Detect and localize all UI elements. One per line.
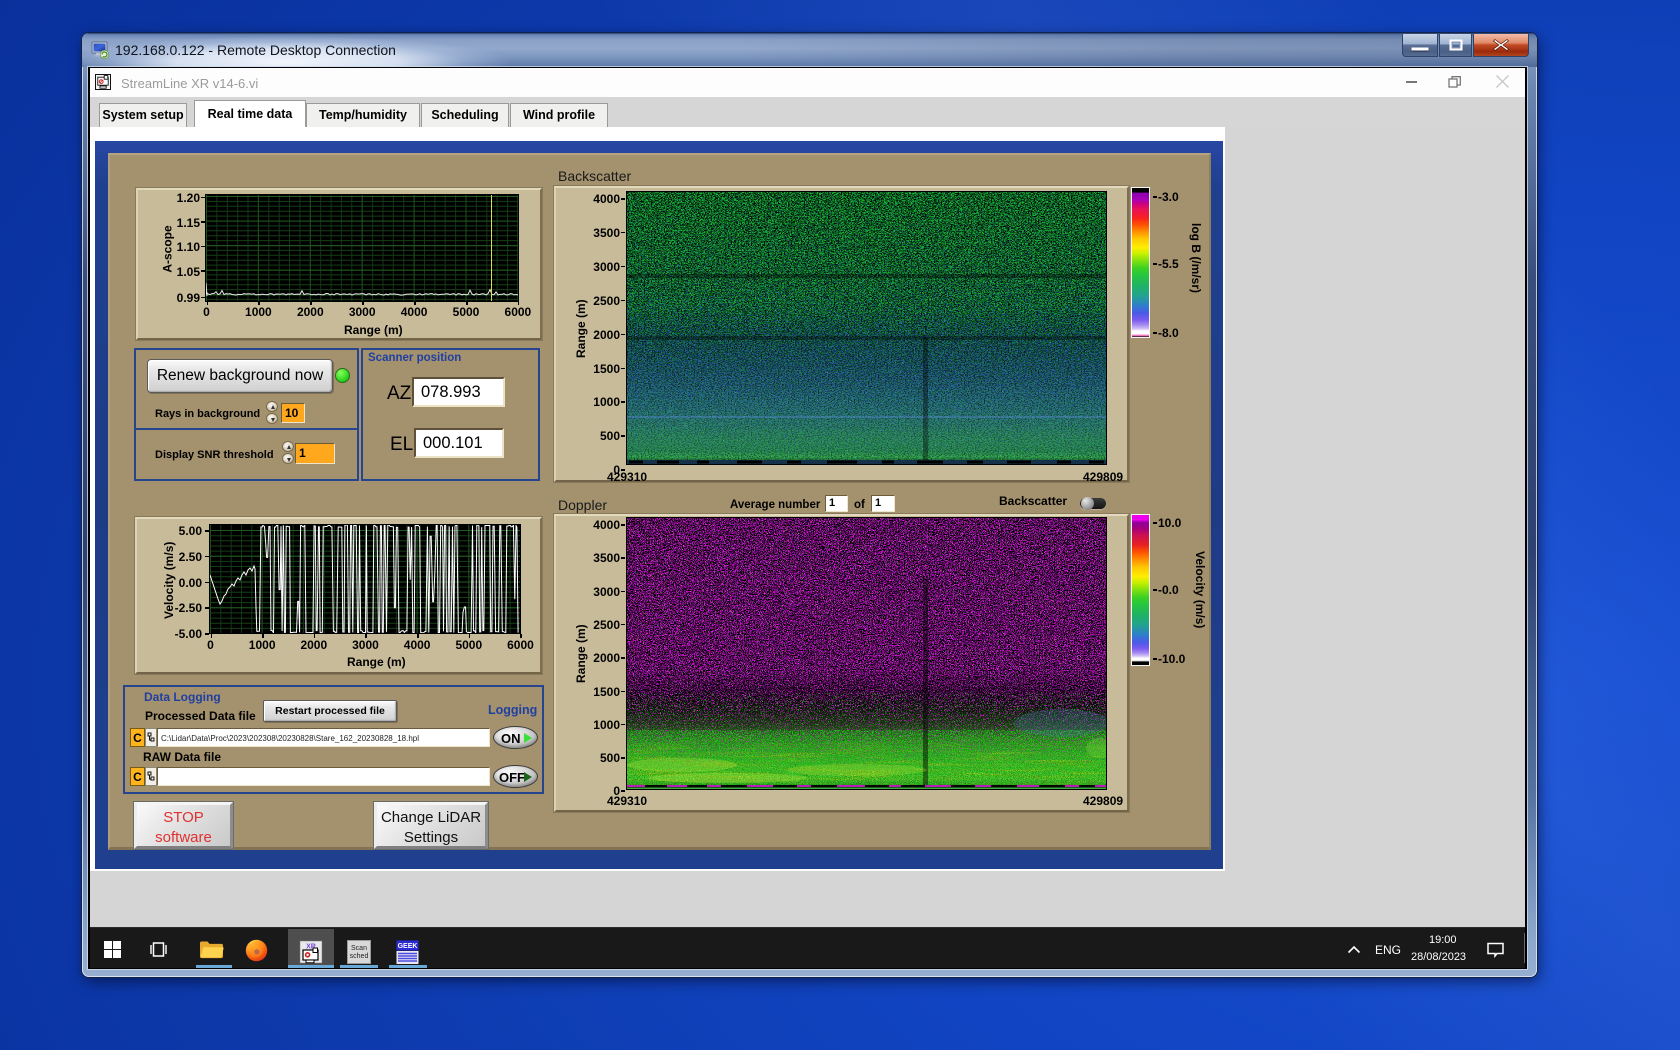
svg-text:sched: sched: [350, 953, 369, 960]
svg-text:GEEK: GEEK: [398, 943, 418, 950]
svg-text:Scan: Scan: [351, 945, 367, 952]
